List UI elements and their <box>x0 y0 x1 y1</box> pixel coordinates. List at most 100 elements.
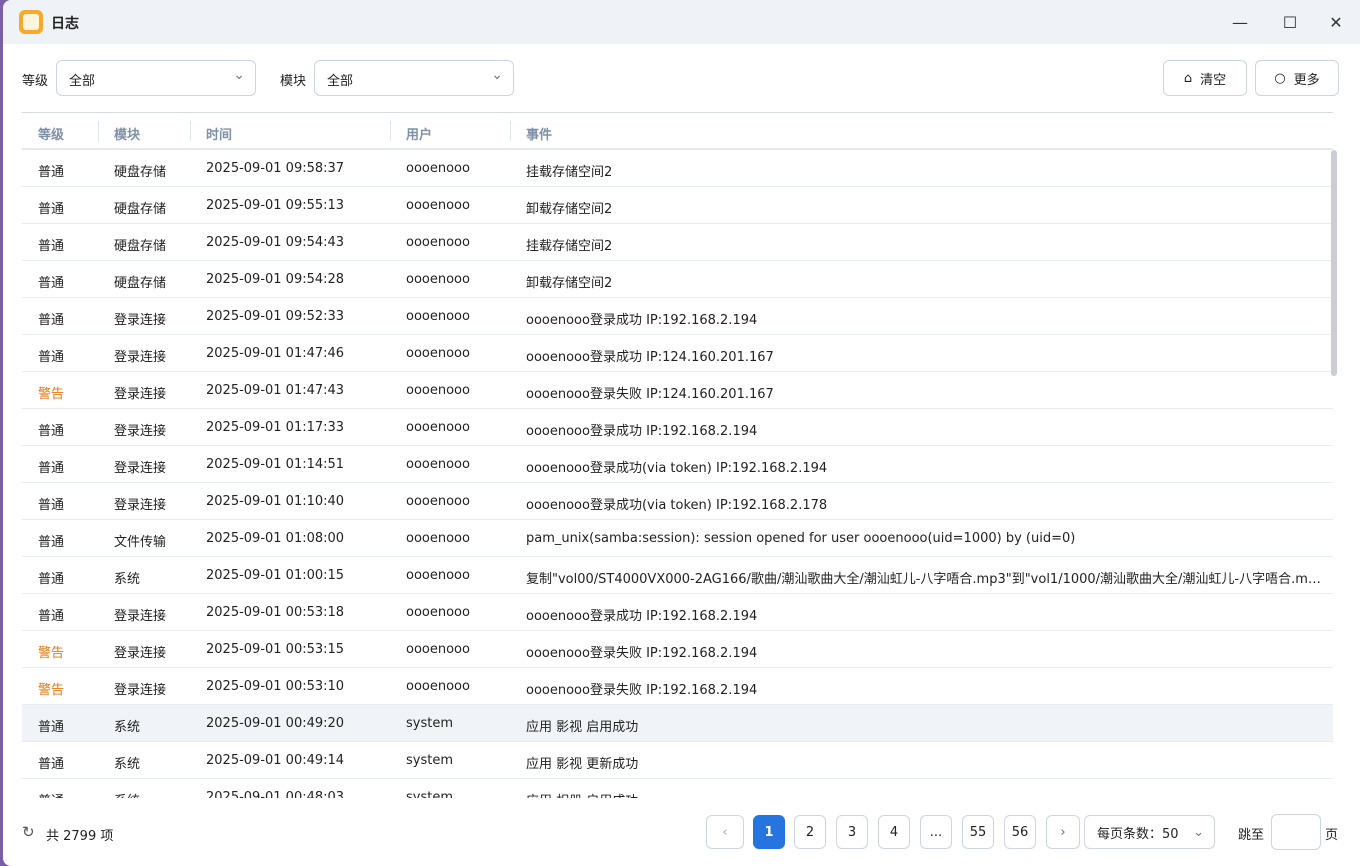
cell-event: oooenooo登录失败 IP:192.168.2.194 <box>526 646 758 661</box>
cell-user: oooenooo <box>406 346 470 361</box>
refresh-icon[interactable]: ↻ <box>22 823 35 841</box>
cell-module: 登录连接 <box>114 683 167 698</box>
cell-user: oooenooo <box>406 161 470 176</box>
cell-level: 普通 <box>38 790 64 798</box>
clear-button[interactable]: ⌂ 清空 <box>1163 60 1247 96</box>
cell-time: 2025-09-01 00:53:18 <box>206 605 345 620</box>
cell-level: 普通 <box>38 350 65 365</box>
table-row[interactable]: 警告 登录连接 2025-09-01 00:53:15 oooenooo oooenoo… <box>22 631 1333 668</box>
table-row[interactable]: 普通 登录连接 2025-09-01 01:47:46 oooenooo oooenoo… <box>22 335 1333 372</box>
page-button[interactable]: 2 <box>794 815 826 849</box>
cell-level: 普通 <box>38 424 65 439</box>
cell-time: 2025-09-01 00:53:15 <box>206 642 345 657</box>
page-button[interactable]: ... <box>920 815 952 849</box>
page-button[interactable]: 55 <box>962 815 994 849</box>
cell-user: oooenooo <box>406 272 470 287</box>
log-table: 等级 模块 时间 用户 事件 普通 硬盘存储 2025-09-01 09:58:37… <box>22 112 1333 798</box>
chevron-down-icon: ⌄ <box>491 67 503 83</box>
cell-module: 登录连接 <box>114 313 167 328</box>
table-row[interactable]: 普通 系统 2025-09-01 00:49:14 system 应用 影视 更新成功 <box>22 742 1333 779</box>
cell-module: 系统 <box>114 790 140 798</box>
jump-page-input[interactable] <box>1271 814 1321 850</box>
cell-module: 登录连接 <box>114 609 167 624</box>
cell-user: oooenooo <box>406 494 470 509</box>
column-header-time[interactable]: 时间 <box>206 124 232 143</box>
module-select[interactable]: 全部 ⌄ <box>314 60 514 96</box>
jump-label: 跳至 <box>1238 828 1265 843</box>
cell-time: 2025-09-01 09:54:43 <box>206 235 345 250</box>
table-row[interactable]: 普通 系统 2025-09-01 00:49:20 system 应用 影视 启用成功 <box>22 705 1333 742</box>
table-row[interactable]: 普通 登录连接 2025-09-01 01:10:40 oooenooo oooenoo… <box>22 483 1333 520</box>
cell-time: 2025-09-01 00:48:03 <box>206 790 345 798</box>
table-body: 普通 硬盘存储 2025-09-01 09:58:37 oooenooo 挂载存储空间2… <box>22 150 1333 798</box>
jump-suffix: 页 <box>1325 828 1339 843</box>
table-row[interactable]: 普通 登录连接 2025-09-01 00:53:18 oooenooo oooenoo… <box>22 594 1333 631</box>
minimize-button[interactable]: — <box>1226 8 1254 36</box>
cell-level: 普通 <box>38 498 65 513</box>
cell-event: 卸载存储空间2 <box>526 276 613 291</box>
table-row[interactable]: 普通 系统 2025-09-01 00:48:03 system 应用 相册 启用成功 <box>22 779 1333 798</box>
cell-level: 普通 <box>38 202 65 217</box>
cell-event: 应用 相册 启用成功 <box>526 790 638 798</box>
column-header-level[interactable]: 等级 <box>38 124 64 143</box>
table-row[interactable]: 普通 登录连接 2025-09-01 01:17:33 oooenooo oooenoo… <box>22 409 1333 446</box>
column-header-event[interactable]: 事件 <box>526 124 552 143</box>
cell-time: 2025-09-01 09:54:28 <box>206 272 345 287</box>
cell-module: 登录连接 <box>114 424 167 439</box>
cell-level: 普通 <box>38 165 65 180</box>
close-button[interactable]: ✕ <box>1322 8 1350 36</box>
cell-user: oooenooo <box>406 309 470 324</box>
maximize-button[interactable]: ☐ <box>1276 8 1304 36</box>
cell-module: 系统 <box>114 757 141 772</box>
cell-level: 普通 <box>38 535 65 550</box>
cell-user: oooenooo <box>406 457 470 472</box>
clear-label: 清空 <box>1200 72 1227 88</box>
page-button[interactable]: 3 <box>836 815 868 849</box>
cell-module: 系统 <box>114 720 141 735</box>
table-row[interactable]: 普通 登录连接 2025-09-01 09:52:33 oooenooo oooenoo… <box>22 298 1333 335</box>
table-row[interactable]: 普通 硬盘存储 2025-09-01 09:58:37 oooenooo 挂载存储空间2 <box>22 150 1333 187</box>
cell-level: 警告 <box>38 683 65 698</box>
cell-module: 硬盘存储 <box>114 239 167 254</box>
prev-page-button[interactable]: ‹ <box>706 815 744 849</box>
module-select-value: 全部 <box>327 74 354 89</box>
cell-event: 卸载存储空间2 <box>526 202 613 217</box>
table-row[interactable]: 警告 登录连接 2025-09-01 00:53:10 oooenooo oooenoo… <box>22 668 1333 705</box>
table-row[interactable]: 普通 硬盘存储 2025-09-01 09:55:13 oooenooo 卸载存储空间2 <box>22 187 1333 224</box>
table-row[interactable]: 普通 登录连接 2025-09-01 01:14:51 oooenooo oooenoo… <box>22 446 1333 483</box>
table-row[interactable]: 普通 硬盘存储 2025-09-01 09:54:43 oooenooo 挂载存储空间2 <box>22 224 1333 261</box>
cell-user: oooenooo <box>406 605 470 620</box>
cell-event: oooenooo登录失败 IP:124.160.201.167 <box>526 387 774 402</box>
more-button[interactable]: ○ 更多 <box>1255 60 1339 96</box>
cell-level: 普通 <box>38 757 65 772</box>
cell-user: oooenooo <box>406 531 470 546</box>
page-button[interactable]: 56 <box>1004 815 1036 849</box>
table-row[interactable]: 普通 文件传输 2025-09-01 01:08:00 oooenooo pam_uni… <box>22 520 1333 557</box>
cell-event: oooenooo登录成功 IP:192.168.2.194 <box>526 609 758 624</box>
table-row[interactable]: 警告 登录连接 2025-09-01 01:47:43 oooenooo oooenoo… <box>22 372 1333 409</box>
page-size-value: 每页条数：50 <box>1097 826 1179 842</box>
cell-module: 硬盘存储 <box>114 202 167 217</box>
page-button[interactable]: 1 <box>753 815 785 849</box>
page-size-select[interactable]: 每页条数：50 ⌄ <box>1084 815 1215 849</box>
column-header-user[interactable]: 用户 <box>406 124 432 143</box>
column-header-module[interactable]: 模块 <box>114 124 140 143</box>
cell-module: 登录连接 <box>114 387 167 402</box>
next-page-button[interactable]: › <box>1046 815 1080 849</box>
level-filter-label: 等级 <box>22 74 49 89</box>
cell-event: 挂载存储空间2 <box>526 165 613 180</box>
cell-event: oooenooo登录成功(via token) IP:192.168.2.194 <box>526 461 828 476</box>
cell-module: 系统 <box>114 572 141 587</box>
level-select[interactable]: 全部 ⌄ <box>56 60 256 96</box>
table-row[interactable]: 普通 系统 2025-09-01 01:00:15 oooenooo 复制"vol00/… <box>22 557 1333 594</box>
cell-user: oooenooo <box>406 642 470 657</box>
table-scrollbar[interactable] <box>1331 150 1337 376</box>
cell-event: 应用 影视 更新成功 <box>526 757 639 772</box>
cell-level: 警告 <box>38 646 65 661</box>
table-row[interactable]: 普通 硬盘存储 2025-09-01 09:54:28 oooenooo 卸载存储空间2 <box>22 261 1333 298</box>
cell-event: oooenooo登录成功 IP:124.160.201.167 <box>526 350 774 365</box>
page-button[interactable]: 4 <box>878 815 910 849</box>
level-select-value: 全部 <box>69 74 96 89</box>
cell-time: 2025-09-01 01:10:40 <box>206 494 345 509</box>
cell-event: pam_unix(samba:session): session opened … <box>526 531 1076 546</box>
